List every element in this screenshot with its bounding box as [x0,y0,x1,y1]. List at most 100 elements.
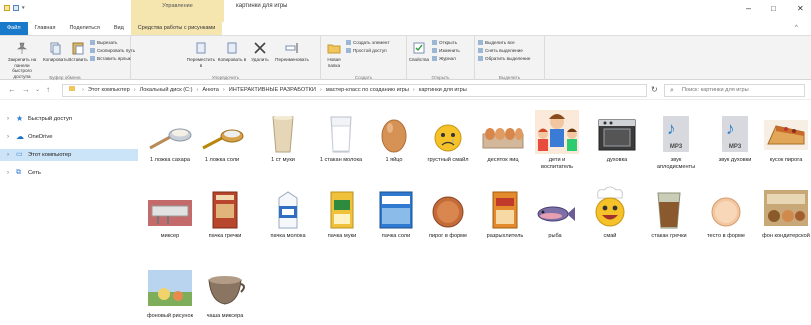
rename-button[interactable]: Переименовать [273,41,311,63]
new-item-button[interactable]: Создать элемент [346,40,390,46]
file-label: пачка соли [381,233,411,239]
file-item[interactable]: 1 ст муки [259,114,307,164]
properties-button[interactable]: Свойства [408,41,430,63]
maximize-button[interactable]: □ [771,4,776,13]
group-clipboard: Закрепить на панели быстрого доступа Коп… [0,36,135,81]
paste-shortcut-button[interactable]: Вставить ярлык [90,56,131,62]
tab-share[interactable]: Поделиться [62,22,106,35]
select-none-button[interactable]: Снять выделение [478,48,523,54]
file-item[interactable]: фоновый рисунок [146,266,194,320]
chevron-right-icon[interactable]: › [7,131,9,143]
history-button[interactable]: Журнал [432,56,456,62]
file-item[interactable]: тесто в форме [702,190,750,240]
file-item[interactable]: чаша миксера [201,266,249,320]
mixer-icon [148,200,192,226]
file-item[interactable]: духовка [593,114,641,164]
nav-quick-access[interactable]: › ★ Быстрый доступ [0,113,138,125]
quick-access-toolbar[interactable]: ▾ [4,5,25,11]
breadcrumb-game-pictures[interactable]: картинки для игры [419,87,467,93]
file-label: духовка [606,157,628,163]
file-item[interactable]: пачка соли [372,190,420,240]
back-button[interactable]: ← [8,85,16,94]
file-item[interactable]: стакан гречки [645,190,693,240]
breadcrumb-this-pc[interactable]: Этот компьютер [88,87,130,93]
chevron-right-icon[interactable]: › [7,149,9,161]
move-to-button[interactable]: Переместить в [186,41,216,68]
file-item[interactable]: ♪ MP3 звук духовки [711,110,759,164]
refresh-button[interactable]: ↻ [651,85,658,94]
nav-network[interactable]: › ⧉ Сеть [0,167,138,179]
search-input[interactable]: ⌕ Поиск: картинки для игры [664,84,805,97]
edit-button[interactable]: Изменить [432,48,460,54]
delete-button[interactable]: Удалить [248,41,272,63]
background-picture-icon [148,270,192,306]
paste-button[interactable]: Вставить [68,41,88,63]
file-label: фоновый рисунок [146,313,194,319]
forward-button[interactable]: → [22,85,30,94]
computer-icon: ▭ [16,151,23,158]
network-icon: ⧉ [16,169,21,176]
file-item[interactable]: 1 ложка сахара [146,114,194,164]
select-none-icon [478,48,483,54]
invert-selection-icon [478,56,483,62]
tab-home[interactable]: Главная [28,22,63,35]
new-item-icon [346,40,351,46]
tab-view[interactable]: Вид [107,22,131,35]
file-item[interactable]: кусок пирога [762,114,810,164]
breadcrumb-master-class[interactable]: мастер-класс по созданию игры [326,87,409,93]
up-button[interactable]: ↑ [46,85,50,94]
nav-this-pc[interactable]: › ▭ Этот компьютер [0,149,138,161]
file-item[interactable]: ♪ MP3 звук аплодисменты [652,110,700,170]
flour-pack-icon [330,191,354,229]
chevron-down-icon[interactable]: ▾ [22,5,25,11]
file-item[interactable]: фон кондитерской [762,186,810,240]
properties-icon[interactable] [13,5,19,11]
breadcrumb-interactive[interactable]: ИНТЕРАКТИВНЫЕ РАЗРАБОТКИ [229,87,316,93]
new-folder-button[interactable]: Новая папка [323,41,345,68]
chevron-right-icon[interactable]: › [7,113,9,125]
file-item[interactable]: пачка муки [318,190,366,240]
file-item[interactable]: грустный смайл [424,114,472,164]
file-item[interactable]: пачка гречки [201,190,249,240]
file-item[interactable]: миксер [146,190,194,240]
mp3-icon: ♪ MP3 [722,116,748,152]
file-item[interactable]: смай [586,186,634,240]
invert-selection-button[interactable]: Обратить выделение [478,56,530,62]
breadcrumb-local-disk[interactable]: Локальный диск (C:) [140,87,193,93]
cut-button[interactable]: Вырезать [90,40,117,46]
file-item[interactable]: пачка молока [264,190,312,240]
select-all-icon [478,40,483,46]
file-label: звук аплодисменты [656,157,696,170]
file-item[interactable]: десяток яиц [479,114,527,164]
close-button[interactable]: ✕ [797,4,804,13]
copy-path-button[interactable]: Скопировать путь [90,48,135,54]
file-item[interactable]: дети и воспитатель [533,110,581,170]
easy-access-button[interactable]: Простой доступ [346,48,387,54]
file-item[interactable]: 1 ложка соли [198,114,246,164]
address-bar[interactable]: › Этот компьютер › Локальный диск (C:) › Анют… [62,84,647,97]
tab-file[interactable]: Файл [0,22,28,35]
file-item[interactable]: разрыхлитель [481,190,529,240]
nav-onedrive[interactable]: › ☁ OneDrive [0,131,138,143]
file-item[interactable]: пирог в форме [424,190,472,240]
group-create: Новая папка Создать элемент Простой дост… [321,36,407,81]
breadcrumb-anyuta[interactable]: Анюта [202,87,219,93]
pin-button[interactable]: Закрепить на панели быстрого доступа [4,41,40,79]
spoon-salt-icon [202,129,244,150]
copy-button[interactable]: Копировать [43,41,68,63]
file-item[interactable]: рыба [531,190,579,240]
milk-pack-icon [278,191,298,229]
recent-locations-button[interactable]: ⌄ [35,86,40,93]
egg-carton-icon [482,128,524,149]
chevron-right-icon[interactable]: › [7,167,9,179]
ribbon-collapse-button[interactable]: ^ [795,25,798,31]
file-item[interactable]: 1 стакан молока [317,114,365,164]
file-label: стакан гречки [651,233,687,239]
spoon-sugar-icon [149,128,192,150]
open-button[interactable]: Открыть [432,40,457,46]
tab-picture-tools[interactable]: Средства работы с рисунками [130,22,223,35]
file-item[interactable]: 1 яйцо [370,114,418,164]
copy-to-button[interactable]: Копировать в [217,41,247,63]
minimize-button[interactable]: – [746,3,751,13]
select-all-button[interactable]: Выделить все [478,40,515,46]
